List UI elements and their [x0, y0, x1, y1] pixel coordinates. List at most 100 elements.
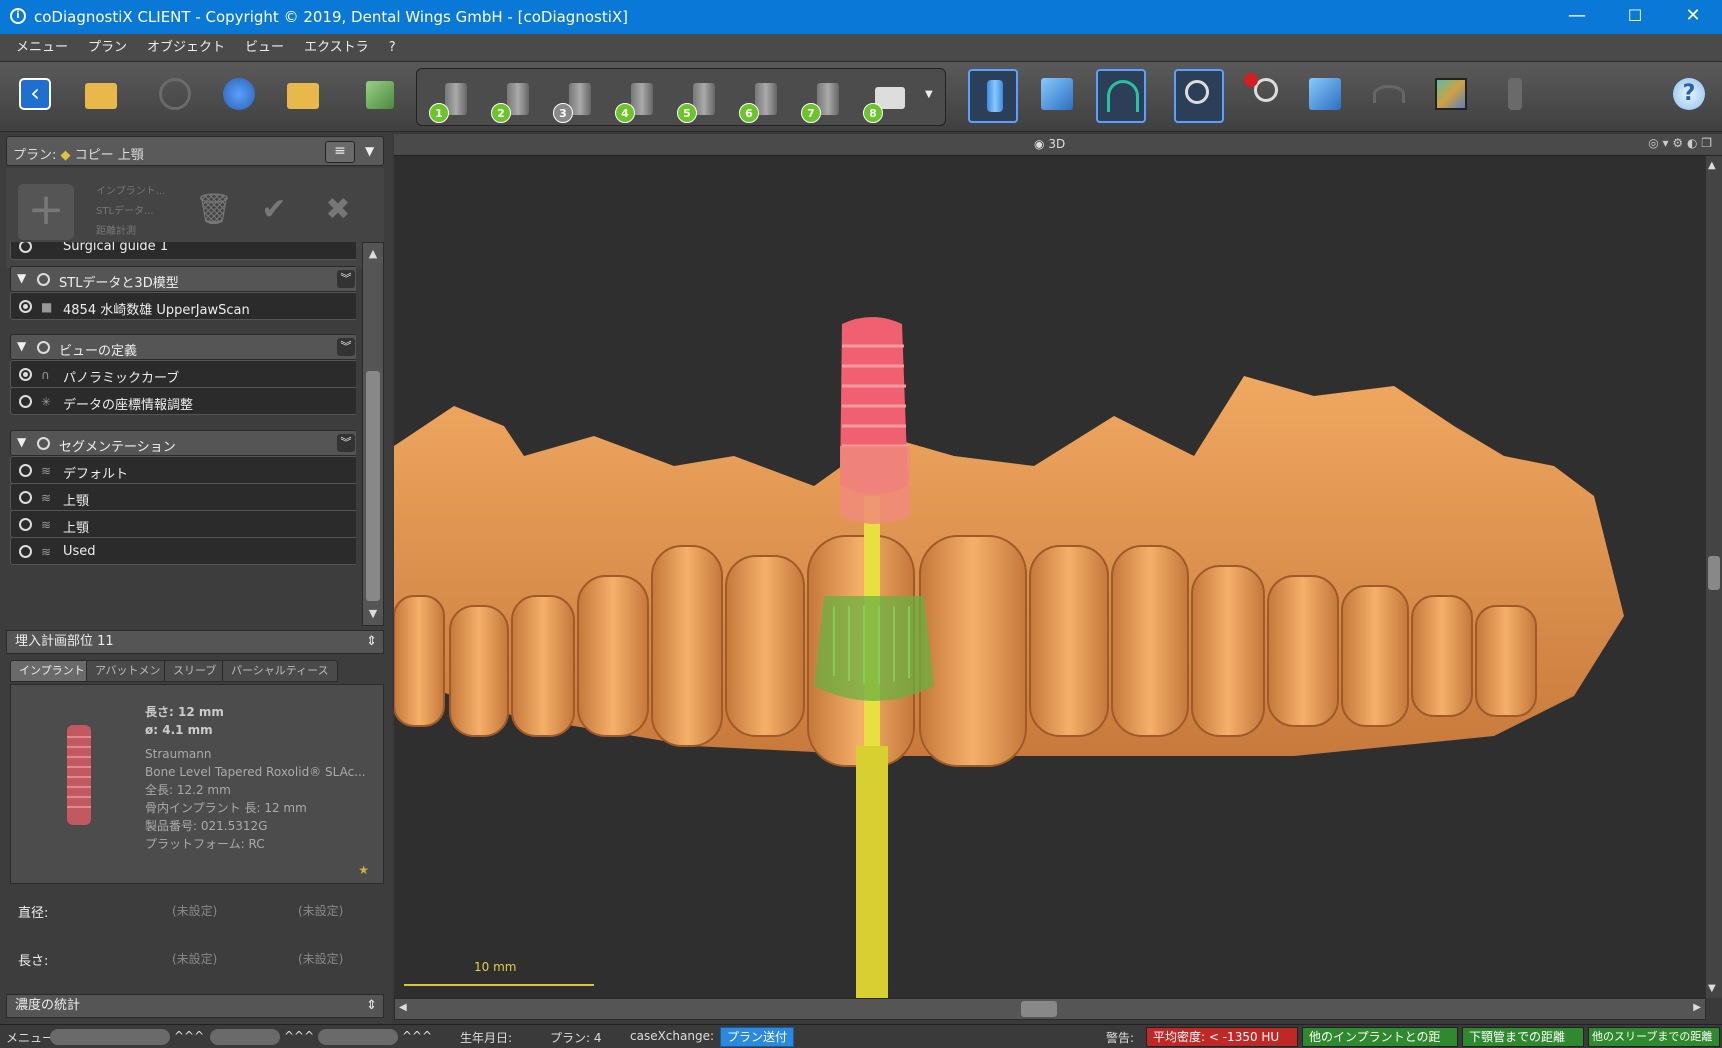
step-5-button[interactable]: 5 [673, 79, 723, 123]
radio-icon[interactable] [19, 395, 32, 408]
undo-button[interactable] [1364, 69, 1414, 123]
menu-view[interactable]: ビュー [235, 34, 294, 62]
tree-item-panoramic-curve[interactable]: ∩ パノラミックカーブ [10, 360, 356, 388]
minimize-button[interactable]: — [1548, 0, 1606, 34]
collapse-icon[interactable]: ▼ [17, 271, 26, 285]
check-button[interactable]: ✔ [246, 184, 302, 240]
model-button[interactable] [354, 69, 404, 123]
plan-menu-button[interactable]: ≡ [325, 141, 355, 163]
radio-icon[interactable] [19, 545, 32, 558]
viewport-horizontal-scrollbar[interactable]: ◀ ▶ [394, 998, 1706, 1020]
collapse-icon[interactable]: ▼ [17, 435, 26, 449]
axis-button[interactable] [1096, 69, 1146, 123]
sort-icon[interactable]: ⇕ [366, 631, 377, 653]
radio-icon[interactable] [19, 368, 32, 381]
plan-dropdown-button[interactable]: ▼ [365, 144, 374, 158]
section-stl[interactable]: ▼ STLデータと3D模型 ︾ [10, 266, 356, 292]
tree-scrollbar[interactable]: ▲ ▼ [362, 242, 384, 626]
menu-plan[interactable]: プラン [78, 34, 137, 62]
radio-icon[interactable] [37, 437, 50, 450]
add-option-stl[interactable]: STLデータ... [96, 202, 154, 217]
tree-item-scan[interactable]: ■ 4854 水崎数雄 UpperJawScan [10, 292, 356, 320]
viewport-vertical-scrollbar[interactable]: ▲ ▼ [1706, 156, 1722, 998]
tree-item-upper-jaw-2[interactable]: ≋ 上顎 [10, 510, 356, 538]
edit-folder-button[interactable] [278, 69, 328, 123]
tab-partial-teeth[interactable]: パーシャルティース [222, 660, 338, 682]
expand-chevron-icon[interactable]: ︾ [337, 270, 355, 288]
close-button[interactable]: ✕ [1664, 0, 1722, 34]
density-stats-header[interactable]: 濃度の統計 ⇕ [6, 994, 384, 1018]
diameter-value-2[interactable]: (未設定) [298, 902, 343, 919]
print-dropdown-icon[interactable]: ▼ [925, 89, 933, 100]
radio-icon[interactable] [37, 273, 50, 286]
rotate-object-button[interactable] [1300, 69, 1350, 123]
tree-item-coordinate-adjust[interactable]: ✳ データの座標情報調整 [10, 387, 356, 415]
radio-icon[interactable] [37, 341, 50, 354]
tab-sleeve[interactable]: スリーブ [164, 660, 226, 682]
step-3-button[interactable]: 3 [549, 79, 599, 123]
scroll-thumb[interactable] [1708, 556, 1720, 590]
favorite-star-icon[interactable]: ★ [358, 863, 369, 877]
collapse-icon[interactable]: ▼ [17, 339, 26, 353]
sort-icon[interactable]: ⇕ [366, 995, 377, 1017]
diameter-value-1[interactable]: (未設定) [172, 902, 217, 919]
step-2-button[interactable]: 2 [487, 79, 537, 123]
send-plan-button[interactable]: プラン送付 [720, 1027, 795, 1047]
implant-section-header[interactable]: 埋入計画部位 11 ⇕ [6, 630, 384, 654]
menu-menu[interactable]: メニュー [6, 34, 78, 62]
menu-help[interactable]: ? [379, 34, 406, 62]
add-option-implant[interactable]: インプラント... [96, 182, 165, 197]
expand-chevron-icon[interactable]: ︾ [337, 434, 355, 452]
add-option-distance[interactable]: 距離計測 [96, 222, 136, 237]
network-button[interactable] [214, 69, 264, 123]
delete-button[interactable]: 🗑 [186, 184, 242, 240]
tree-item-surgical-guide[interactable]: Surgical guide 1 [10, 242, 356, 260]
step-4-button[interactable]: 4 [611, 79, 661, 123]
length-value-2[interactable]: (未設定) [298, 950, 343, 967]
step-6-button[interactable]: 6 [735, 79, 785, 123]
folder-edit-icon [287, 83, 319, 109]
sleeve-button[interactable] [1490, 69, 1540, 123]
back-button[interactable]: ‹ [10, 69, 60, 123]
scroll-thumb[interactable] [1021, 1001, 1057, 1017]
scroll-right-icon[interactable]: ▶ [1693, 1002, 1701, 1013]
add-object-button[interactable]: + [18, 184, 74, 240]
curve-button[interactable] [150, 69, 200, 123]
scroll-up-icon[interactable]: ▲ [365, 245, 381, 263]
panoramic-button[interactable] [1426, 69, 1476, 123]
length-value-1[interactable]: (未設定) [172, 950, 217, 967]
close-plan-button[interactable]: ✖ [310, 184, 366, 240]
step-8-print-button[interactable]: 8 [859, 79, 909, 123]
scroll-up-icon[interactable]: ▲ [1708, 160, 1716, 171]
tree-item-upper-jaw-1[interactable]: ≋ 上顎 [10, 483, 356, 511]
help-button[interactable]: ? [1664, 69, 1714, 123]
menu-object[interactable]: オブジェクト [137, 34, 235, 62]
radio-icon[interactable] [19, 491, 32, 504]
tree-item-default[interactable]: ≋ デフォルト [10, 456, 356, 484]
select-object-button[interactable] [1032, 69, 1082, 123]
radio-icon[interactable] [19, 464, 32, 477]
expand-chevron-icon[interactable]: ︾ [337, 338, 355, 356]
masked-patient-info [318, 1029, 398, 1045]
radio-icon[interactable] [19, 518, 32, 531]
radio-icon[interactable] [19, 300, 32, 313]
step-7-button[interactable]: 7 [797, 79, 847, 123]
zoom-reset-button[interactable] [1238, 69, 1288, 123]
step-1-button[interactable]: 1 [425, 79, 475, 123]
tree-item-used[interactable]: ≋ Used [10, 537, 356, 565]
open-folder-button[interactable] [76, 69, 126, 123]
3d-viewport[interactable]: 10 mm [394, 156, 1706, 998]
zoom-button[interactable] [1174, 69, 1224, 123]
scroll-thumb[interactable] [366, 371, 380, 601]
scroll-down-icon[interactable]: ▼ [1708, 983, 1716, 994]
section-view-definition[interactable]: ▼ ビューの定義 ︾ [10, 334, 356, 360]
scroll-left-icon[interactable]: ◀ [399, 1002, 407, 1013]
section-segmentation[interactable]: ▼ セグメンテーション ︾ [10, 430, 356, 456]
scroll-down-icon[interactable]: ▼ [365, 605, 381, 623]
radio-icon[interactable] [19, 242, 32, 253]
implant-view-button[interactable] [968, 69, 1018, 123]
tab-implant[interactable]: インプラント [10, 660, 94, 682]
maximize-button[interactable]: ☐ [1606, 0, 1664, 34]
menu-extra[interactable]: エクストラ [294, 34, 379, 62]
view-options-icon[interactable]: ◎ ▾ ⚙ ◐ ❐ [1648, 136, 1712, 150]
